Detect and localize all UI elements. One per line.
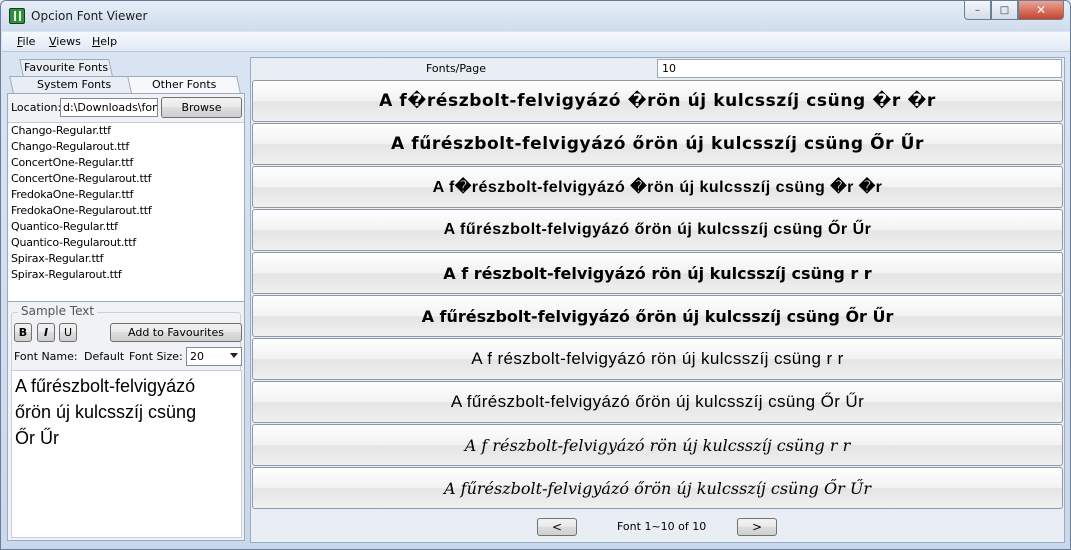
next-page-button[interactable]: > [737,518,777,536]
app-icon [9,8,25,24]
chevron-down-icon [230,353,238,358]
preview-panel: Fonts/Page 10 A f�részbolt-felvigyázó �r… [250,57,1065,543]
previous-page-button[interactable]: < [537,518,577,536]
font-preview-button[interactable]: A f részbolt-felvigyázó rön új kulcsszíj… [252,338,1063,380]
font-preview-button[interactable]: A fűrészbolt-felvigyázó őrön új kulcsszí… [252,123,1063,165]
font-size-select[interactable]: 20 [186,347,242,366]
font-preview-list: A f�részbolt-felvigyázó �rön új kulcsszí… [252,80,1063,510]
sample-text-area[interactable]: A fűrészbolt-felvigyázó őrön új kulcsszí… [11,370,242,538]
bold-button[interactable]: B [14,323,32,342]
left-panel: Favourite Fonts System Fonts Other Fonts… [7,57,246,543]
list-item[interactable]: Quantico-Regular.ttf [8,219,244,235]
list-item[interactable]: FredokaOne-Regular.ttf [8,187,244,203]
list-item[interactable]: Spirax-Regularout.ttf [8,267,244,283]
font-preview-button[interactable]: A fűrészbolt-felvigyázó őrön új kulcsszí… [252,295,1063,337]
font-preview-button[interactable]: A f�részbolt-felvigyázó �rön új kulcsszí… [252,166,1063,208]
tab-other-fonts[interactable]: Other Fonts [127,76,241,93]
menu-file[interactable]: File [17,35,35,48]
close-button[interactable]: ✕ [1018,1,1064,20]
list-item[interactable]: ConcertOne-Regularout.ttf [8,171,244,187]
list-item[interactable]: ConcertOne-Regular.ttf [8,155,244,171]
font-preview-button[interactable]: A fűrészbolt-felvigyázó őrön új kulcsszí… [252,381,1063,423]
page-status: Font 1~10 of 10 [617,520,707,533]
font-size-label: Font Size: [129,350,183,363]
font-name-value: Default [84,350,125,363]
sample-text-line: Őr Űr [15,428,59,448]
underline-button[interactable]: U [59,323,77,342]
font-preview-button[interactable]: A f részbolt-felvigyázó rön új kulcsszíj… [252,252,1063,294]
fonts-per-page-input[interactable]: 10 [657,59,1062,78]
menu-views[interactable]: Views [49,35,81,48]
app-window: Opcion Font Viewer – □ ✕ File Views Help… [0,0,1071,550]
font-name-label: Font Name: [14,350,78,363]
menu-help[interactable]: Help [92,35,117,48]
font-preview-button[interactable]: A f részbolt-felvigyázó rön új kulcsszíj… [252,424,1063,466]
font-preview-button[interactable]: A f�részbolt-felvigyázó �rön új kulcsszí… [252,80,1063,122]
sample-text-panel: Sample Text B I U Add to Favourites Font… [7,301,245,541]
list-item[interactable]: Spirax-Regular.ttf [8,251,244,267]
font-size-value: 20 [190,350,204,363]
list-item[interactable]: Chango-Regularout.ttf [8,139,244,155]
window-title: Opcion Font Viewer [31,9,148,23]
font-preview-button[interactable]: A fűrészbolt-felvigyázó őrön új kulcsszí… [252,209,1063,251]
menu-bar: File Views Help [2,32,1070,52]
list-item[interactable]: Chango-Regular.ttf [8,123,244,139]
tab-system-fonts[interactable]: System Fonts [9,76,139,93]
list-item[interactable]: FredokaOne-Regularout.ttf [8,203,244,219]
fonts-per-page-label: Fonts/Page [426,62,487,75]
maximize-button[interactable]: □ [991,1,1018,20]
font-preview-button[interactable]: A fűrészbolt-felvigyázó őrön új kulcsszí… [252,467,1063,509]
sample-text-line: A fűrészbolt-felvigyázó [15,376,196,396]
list-item[interactable]: Quantico-Regularout.ttf [8,235,244,251]
sample-text-line: őrön új kulcsszíj csüng [15,402,197,422]
italic-button[interactable]: I [37,323,55,342]
location-label: Location: [11,101,62,114]
title-bar[interactable]: Opcion Font Viewer – □ ✕ [1,1,1070,31]
sample-text-heading: Sample Text [18,304,98,318]
window-controls: – □ ✕ [964,1,1064,21]
add-to-favourites-button[interactable]: Add to Favourites [110,323,242,342]
location-input[interactable]: d:\Downloads\font [60,98,158,117]
minimize-button[interactable]: – [964,1,991,20]
browse-button[interactable]: Browse [161,97,242,118]
tab-favourite-fonts[interactable]: Favourite Fonts [19,59,113,76]
